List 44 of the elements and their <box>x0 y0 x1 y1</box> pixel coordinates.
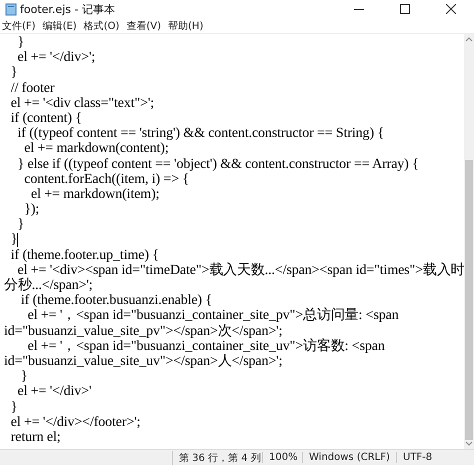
code-line: } <box>10 232 18 248</box>
scrollbar[interactable] <box>464 34 474 449</box>
code-line: el += '</div>'; <box>16 50 96 66</box>
code-line: } <box>16 217 24 232</box>
scroll-up-icon[interactable] <box>465 36 473 42</box>
code-line: id="busuanzi_value_site_uv"></span>人</span>'; <box>4 354 282 370</box>
code-line: el += '</div></footer>'; <box>10 414 140 430</box>
code-line: } <box>10 65 18 81</box>
code-line: if (theme.footer.busuanzi.enable) { <box>20 293 212 308</box>
code-line: el += '<div class="text">'; <box>10 96 154 111</box>
zoom-level: 100% <box>262 452 302 463</box>
code-line: el += '，<span id="busuanzi_container_site_pv">总访问量: <span <box>26 308 399 324</box>
scroll-down-icon[interactable] <box>465 441 473 447</box>
cursor-position: 第 36 行，第 4 列 <box>172 450 262 464</box>
code-line: el += markdown(item); <box>30 186 160 202</box>
code-line: } else if ((typeof content == 'object') && content.constructor == Array) { <box>16 156 419 172</box>
maximize-icon[interactable] <box>400 4 410 14</box>
window-title: footer.ejs - 记事本 <box>20 2 116 16</box>
menu-item[interactable]: 查看(V) <box>126 18 162 32</box>
code-line: content.forEach((item, i) => { <box>23 172 189 187</box>
code-line: el += '</div>' <box>16 384 92 400</box>
menu-item[interactable]: 帮助(H) <box>168 18 204 32</box>
code-line: }); <box>23 202 40 218</box>
code-line: id="busuanzi_value_site_pv"></span>次</span>'; <box>4 324 282 339</box>
menu-item[interactable]: 编辑(E) <box>42 18 77 32</box>
menu-item[interactable]: 格式(O) <box>84 18 120 32</box>
code-line: if (content) { <box>10 110 82 126</box>
code-line: // footer <box>10 80 54 96</box>
code-line: if ((typeof content == 'string') && content.constructor == String) { <box>16 126 384 142</box>
code-line: return el; <box>10 430 60 446</box>
code-line: if (theme.footer.up_time) { <box>10 248 159 263</box>
menu-item[interactable]: 文件(F) <box>2 18 36 32</box>
close-icon[interactable] <box>446 4 456 14</box>
code-line: el += '，<span id="busuanzi_container_site_uv">访客数: <span <box>26 338 385 354</box>
scroll-thumb[interactable] <box>465 160 473 440</box>
code-line: el += '<div><span id="timeDate">载入天数...</span><span id="times">载入时 <box>18 262 464 278</box>
code-line: } <box>10 400 18 415</box>
line-ending: Windows (CRLF) <box>302 452 396 463</box>
code-line: } <box>16 35 24 50</box>
encoding: UTF-8 <box>396 452 436 463</box>
code-line: } <box>20 369 28 384</box>
code-line: el += markdown(content); <box>23 141 169 157</box>
code-line: 分秒...</span>'; <box>4 278 93 294</box>
notepad-icon <box>5 2 17 16</box>
